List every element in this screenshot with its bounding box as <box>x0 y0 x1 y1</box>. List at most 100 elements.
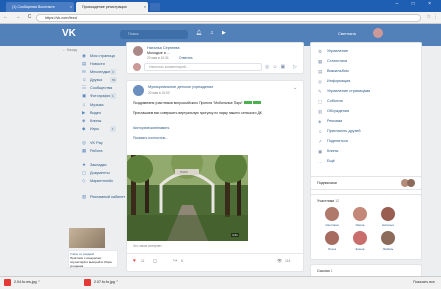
music-icon: ♫ <box>82 102 86 107</box>
members-count: 12 <box>335 199 340 203</box>
member-name[interactable]: Ольга <box>322 247 342 251</box>
group-action-stats[interactable]: ▦ Статистика <box>318 58 347 65</box>
window-controls[interactable]: – □ × <box>396 1 438 7</box>
sidebar-item-photo[interactable]: ▣ Фотографии 1 <box>82 92 116 100</box>
member-name[interactable]: Наталья <box>378 223 398 227</box>
member-name[interactable]: Ирина <box>350 223 370 227</box>
avatar[interactable] <box>381 207 395 221</box>
sidebar-item-clips[interactable]: ◈ Клипы <box>82 117 101 125</box>
browser-tab-messages[interactable]: (1) Сообщения Вконтакте × <box>6 2 74 12</box>
play-icon[interactable]: ▶ <box>222 30 226 36</box>
new-tab-button[interactable] <box>150 3 160 11</box>
group-name[interactable]: Муниципальное детское учреждение <box>148 85 213 89</box>
download-label: 2.04.fo.ms.jpg <box>14 280 37 284</box>
notifications-icon[interactable]: 🔔︎ <box>196 30 202 36</box>
sidebar-item-ad[interactable]: ▥ Рекламный кабинет <box>82 193 125 201</box>
like-icon[interactable]: ♥ <box>133 258 136 264</box>
sidebar-item-label: Сообщества <box>90 86 113 90</box>
group-action-label: Викиальбом <box>327 69 349 73</box>
emoji-icon <box>252 101 261 104</box>
sidebar-item-market[interactable]: ◇ Маркетплейс <box>82 177 113 185</box>
group-action-addr[interactable]: ◎ Информация <box>318 78 350 85</box>
groups-icon: ☷ <box>82 85 87 90</box>
group-action-wiki[interactable]: ▤ Викиальбом <box>318 68 349 75</box>
member-name[interactable]: Любовь <box>378 247 398 251</box>
ad-image[interactable] <box>69 228 105 248</box>
avatar[interactable] <box>381 231 395 245</box>
group-action-label: Клипы <box>327 149 339 153</box>
reply-link[interactable]: Ответить <box>179 56 193 60</box>
friends-icon: ☺ <box>318 129 323 134</box>
sidebar-item-news[interactable]: ▤ Новости <box>82 60 105 68</box>
comment-icon[interactable]: ◻ <box>153 258 157 264</box>
browser-tab-registration[interactable]: Прохождение регистрации × <box>76 2 148 12</box>
close-icon[interactable]: × <box>70 2 72 12</box>
hashtag[interactable]: #историческое#память <box>133 126 169 130</box>
browser-menu-icon[interactable]: ⋮ <box>433 14 438 20</box>
avatar[interactable] <box>353 207 367 221</box>
music-icon[interactable]: ♫ <box>210 30 214 36</box>
attach-icons[interactable]: ◎☺▣ <box>265 64 288 70</box>
avatar[interactable] <box>353 231 367 245</box>
group-action-more[interactable]: … Ещё <box>318 158 335 165</box>
sidebar-item-bookmarks[interactable]: ★ Закладки <box>82 161 106 169</box>
bookmark-star-icon[interactable]: ☆ <box>427 14 431 20</box>
member-name[interactable]: Светлана <box>322 223 342 227</box>
vk-logo[interactable]: VK <box>62 28 76 39</box>
members-title[interactable]: Участники 12 <box>317 199 339 203</box>
sidebar-item-messages[interactable]: ✉ Мессенджер 3 <box>82 68 116 76</box>
group-action-label: Управление <box>327 49 349 53</box>
comment-input[interactable]: Написать комментарий... <box>144 63 262 71</box>
subscribers-label[interactable]: Подписчики <box>317 181 337 185</box>
member-name[interactable]: Елена <box>350 247 370 251</box>
share-icon[interactable]: ↪ <box>173 258 177 264</box>
avatar[interactable] <box>325 207 339 221</box>
show-all-downloads-link[interactable]: Показать все <box>413 278 435 287</box>
search-input[interactable]: Поиск <box>120 30 188 39</box>
group-avatar[interactable] <box>133 85 144 96</box>
views-icon: 👁︎ <box>277 258 283 263</box>
links-count: 1 <box>330 269 333 273</box>
show-more-link[interactable]: Показать полностью... <box>133 136 168 140</box>
group-action-clips[interactable]: ▣ Клипы <box>318 148 338 155</box>
video-duration: 4:21 <box>231 233 239 237</box>
ad-block[interactable]: Учись со скидкой Пригласи с конкурсом: п… <box>68 250 118 268</box>
group-action-ads[interactable]: ◈ Реклама <box>318 118 342 125</box>
more-icon[interactable]: ⌄ <box>293 85 297 91</box>
group-action-share[interactable]: ↗ Поделиться <box>318 138 348 145</box>
post-time: 20 мая в 10:00 <box>148 91 170 95</box>
avatar[interactable] <box>407 179 415 187</box>
group-action-events[interactable]: ▢ События <box>318 98 343 105</box>
sidebar-item-docs[interactable]: ▢ Документы <box>82 169 110 177</box>
group-action-gear[interactable]: ⚙ Управление <box>318 48 348 55</box>
avatar[interactable] <box>373 28 383 38</box>
url-input[interactable]: https://vk.com/feed <box>36 14 421 22</box>
links-title[interactable]: Ссылки 1 <box>317 269 333 273</box>
download-item[interactable]: 2.07.fo.fo.jpg ⌃ <box>84 278 119 287</box>
sidebar-item-groups[interactable]: ☷ Сообщества <box>82 84 112 92</box>
group-action-friends[interactable]: ☺ Пригласить друзей <box>318 128 361 135</box>
sidebar-item-user[interactable]: ◉ Моя страница <box>82 52 115 60</box>
likes-count: 11 <box>141 259 145 263</box>
send-icon[interactable]: ▷ <box>293 64 297 70</box>
sidebar-item-friends[interactable]: ☺ Друзья 50 <box>82 76 118 84</box>
group-action-docs[interactable]: ▥ Обсуждения <box>318 108 349 115</box>
sidebar-item-games[interactable]: ◆ Игры 1 <box>82 125 116 133</box>
ad-text: Пригласи с конкурсом: поучаствуй и выигр… <box>70 256 112 268</box>
user-name[interactable]: Светлана <box>338 29 356 38</box>
sidebar-item-music[interactable]: ♫ Музыка <box>82 101 103 109</box>
sidebar-item-video[interactable]: ▶ Видео <box>82 109 101 117</box>
sidebar-item-label: Документы <box>90 171 110 175</box>
back-link[interactable]: ← Назад <box>62 48 77 52</box>
post-author[interactable]: Наталья Сергеева <box>147 46 179 50</box>
avatar[interactable] <box>325 231 339 245</box>
download-item[interactable]: 2.04.fo.ms.jpg ⌃ <box>4 278 41 287</box>
post-photo[interactable]: ПАРК 4:21 <box>127 155 248 241</box>
avatar[interactable] <box>133 46 143 56</box>
sidebar-item-work[interactable]: ▦ Работа <box>82 147 103 155</box>
sidebar-item-vkpay[interactable]: ◎ VK Pay <box>82 139 103 147</box>
group-action-label: Информация <box>327 79 351 83</box>
close-icon[interactable]: × <box>144 2 146 12</box>
sidebar-item-label: Игры <box>90 127 99 131</box>
group-action-edit[interactable]: ✎ Управление страницами <box>318 88 370 95</box>
